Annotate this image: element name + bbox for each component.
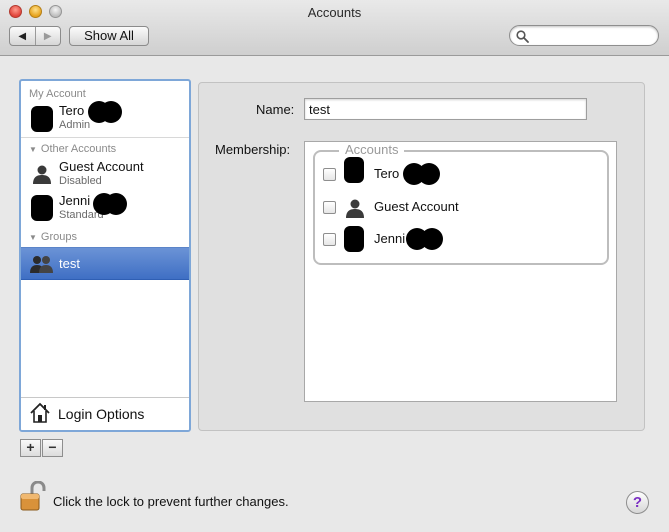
member-row-jenni: Jenni xyxy=(323,226,453,252)
window-toolbar: Accounts ◀ ▶ Show All xyxy=(0,0,669,56)
group-name-field[interactable]: test xyxy=(304,98,587,120)
back-forward-control: ◀ ▶ xyxy=(9,26,61,46)
back-button[interactable]: ◀ xyxy=(10,27,36,45)
forward-button[interactable]: ▶ xyxy=(36,27,61,45)
redacted-avatar xyxy=(344,226,364,252)
group-name: test xyxy=(59,256,80,271)
disclosure-triangle-icon[interactable]: ▼ xyxy=(29,233,37,242)
show-all-button[interactable]: Show All xyxy=(69,26,149,46)
guest-user-icon xyxy=(33,165,51,184)
account-item-guest[interactable]: Guest Account Disabled xyxy=(21,157,189,191)
help-button[interactable]: ? xyxy=(626,491,649,514)
member-checkbox-tero[interactable] xyxy=(323,168,336,181)
remove-account-button[interactable]: − xyxy=(42,439,63,457)
accounts-list[interactable]: My Account Tero Admin ▼ Other Accounts Gu… xyxy=(19,79,191,432)
lock-status-text: Click the lock to prevent further change… xyxy=(53,494,289,509)
house-icon xyxy=(30,402,50,423)
member-name: Tero xyxy=(374,166,400,181)
member-name: Guest Account xyxy=(374,199,459,214)
redacted-avatar xyxy=(344,157,364,183)
login-options-label: Login Options xyxy=(58,406,145,422)
window-title: Accounts xyxy=(307,5,362,20)
redacted-name-part xyxy=(418,163,440,185)
other-accounts-header: ▼ Other Accounts xyxy=(29,143,117,155)
group-item-test[interactable]: test xyxy=(21,247,189,280)
disclosure-triangle-icon[interactable]: ▼ xyxy=(29,145,37,154)
redacted-avatar xyxy=(31,195,53,221)
name-label: Name: xyxy=(256,102,295,117)
member-name: Jenni xyxy=(374,231,406,246)
groups-header: ▼ Groups xyxy=(29,231,77,243)
guest-user-icon xyxy=(346,199,364,218)
account-name: Guest Account xyxy=(59,159,144,174)
account-status: Disabled xyxy=(59,175,102,187)
member-checkbox-guest[interactable] xyxy=(323,201,336,214)
redacted-name-part xyxy=(105,193,127,215)
redacted-name-part xyxy=(100,101,122,123)
membership-label: Membership: xyxy=(215,142,291,157)
account-item-jenni[interactable]: Jenni Standard xyxy=(21,191,189,225)
list-divider xyxy=(21,137,189,138)
login-options-item[interactable]: Login Options xyxy=(21,397,189,430)
search-field[interactable] xyxy=(509,25,659,46)
redacted-name-part xyxy=(421,228,443,250)
add-account-button[interactable]: + xyxy=(20,439,41,457)
account-item-tero[interactable]: Tero Admin xyxy=(21,101,189,135)
redacted-avatar xyxy=(31,106,53,132)
my-account-header: My Account xyxy=(29,88,86,100)
member-checkbox-jenni[interactable] xyxy=(323,233,336,246)
accounts-groupbox-title: Accounts xyxy=(339,142,405,157)
account-role: Admin xyxy=(59,119,91,131)
search-icon xyxy=(516,30,529,43)
account-name: Tero xyxy=(59,103,85,118)
member-row-tero: Tero xyxy=(323,157,453,187)
group-icon xyxy=(30,256,53,273)
lock-icon[interactable] xyxy=(19,481,47,511)
member-row-guest: Guest Account xyxy=(323,196,483,220)
account-name: Jenni xyxy=(59,193,91,208)
